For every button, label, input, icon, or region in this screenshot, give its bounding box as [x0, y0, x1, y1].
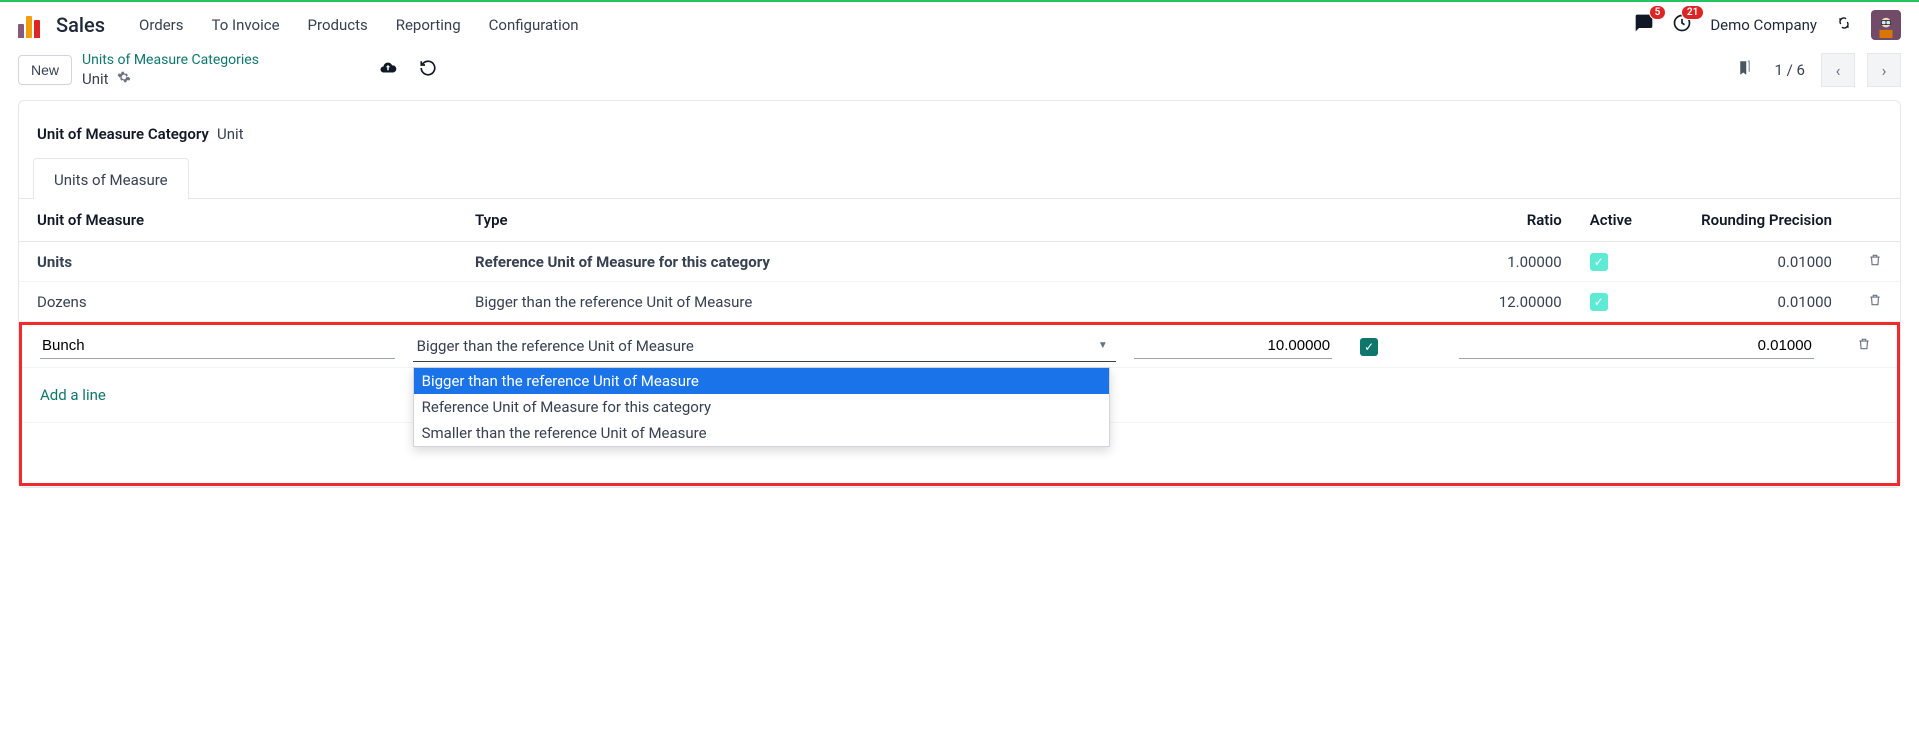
cell-type: Reference Unit of Measure for this categ… [475, 253, 770, 271]
breadcrumb-current: Unit [82, 70, 109, 88]
cell-type: Bigger than the reference Unit of Measur… [457, 282, 1470, 322]
trash-icon[interactable] [1868, 253, 1882, 271]
col-delete [1850, 199, 1900, 242]
col-type[interactable]: Type [457, 199, 1470, 242]
activities-badge: 21 [1681, 5, 1704, 20]
dropdown-item[interactable]: Smaller than the reference Unit of Measu… [414, 420, 1109, 446]
nav-reporting[interactable]: Reporting [384, 10, 473, 40]
form-card: Unit of Measure Category Unit Units of M… [18, 100, 1901, 488]
activities-icon[interactable]: 21 [1672, 13, 1692, 37]
cell-round: 0.01000 [1650, 242, 1850, 282]
trash-icon[interactable] [1857, 337, 1871, 355]
tab-uom[interactable]: Units of Measure [33, 158, 189, 199]
category-value[interactable]: Unit [217, 125, 244, 143]
category-label: Unit of Measure Category [37, 125, 217, 143]
uom-table: Unit of Measure Type Ratio Active Roundi… [19, 199, 1900, 487]
col-uom[interactable]: Unit of Measure [19, 199, 457, 242]
caret-down-icon: ▼ [1098, 340, 1108, 351]
type-select-value: Bigger than the reference Unit of Measur… [417, 337, 694, 355]
col-round[interactable]: Rounding Precision [1650, 199, 1850, 242]
messages-icon[interactable]: 5 [1634, 13, 1654, 37]
cell-ratio: 12.00000 [1470, 282, 1580, 322]
rounding-input[interactable] [1459, 333, 1814, 359]
highlight-box: Bigger than the reference Unit of Measur… [19, 322, 1900, 486]
discard-icon[interactable] [419, 59, 437, 81]
col-active[interactable]: Active [1580, 199, 1650, 242]
cell-name: Units [37, 253, 72, 271]
col-ratio[interactable]: Ratio [1470, 199, 1580, 242]
navbar: Sales Orders To Invoice Products Reporti… [0, 2, 1919, 48]
pager-text[interactable]: 1 / 6 [1775, 61, 1806, 79]
type-dropdown: Bigger than the reference Unit of Measur… [413, 367, 1110, 447]
cell-ratio: 1.00000 [1470, 242, 1580, 282]
nav-orders[interactable]: Orders [127, 10, 196, 40]
cloud-upload-icon[interactable] [379, 59, 397, 81]
control-bar: New Units of Measure Categories Unit 1 /… [0, 48, 1919, 100]
ratio-input[interactable] [1134, 333, 1332, 359]
table-row[interactable]: Units Reference Unit of Measure for this… [19, 242, 1900, 282]
table-row[interactable]: Dozens Bigger than the reference Unit of… [19, 282, 1900, 322]
nav-configuration[interactable]: Configuration [477, 10, 591, 40]
new-button[interactable]: New [18, 55, 72, 85]
table-row-editing[interactable]: Bigger than the reference Unit of Measur… [22, 325, 1897, 368]
dropdown-item[interactable]: Bigger than the reference Unit of Measur… [414, 368, 1109, 394]
gear-icon[interactable] [117, 70, 131, 88]
bookmark-icon[interactable] [1735, 57, 1753, 83]
breadcrumb: Units of Measure Categories Unit [82, 52, 259, 88]
dropdown-item[interactable]: Reference Unit of Measure for this categ… [414, 394, 1109, 420]
debug-icon[interactable] [1835, 14, 1853, 36]
tabs: Units of Measure [19, 157, 1900, 199]
nav-to-invoice[interactable]: To Invoice [200, 10, 292, 40]
cell-name: Dozens [19, 282, 457, 322]
trash-icon[interactable] [1868, 293, 1882, 311]
avatar[interactable] [1871, 10, 1901, 40]
app-title[interactable]: Sales [56, 13, 105, 37]
nav-products[interactable]: Products [296, 10, 380, 40]
breadcrumb-parent[interactable]: Units of Measure Categories [82, 52, 259, 68]
pager-next[interactable]: › [1867, 53, 1901, 87]
active-checkbox[interactable]: ✓ [1590, 293, 1608, 311]
type-select[interactable]: Bigger than the reference Unit of Measur… [413, 331, 1116, 362]
uom-name-input[interactable] [40, 333, 395, 359]
company-selector[interactable]: Demo Company [1710, 16, 1817, 34]
messages-badge: 5 [1649, 5, 1667, 20]
pager-prev[interactable]: ‹ [1821, 53, 1855, 87]
active-checkbox[interactable]: ✓ [1360, 338, 1378, 356]
app-logo[interactable] [18, 12, 44, 38]
cell-round: 0.01000 [1650, 282, 1850, 322]
active-checkbox[interactable]: ✓ [1590, 253, 1608, 271]
